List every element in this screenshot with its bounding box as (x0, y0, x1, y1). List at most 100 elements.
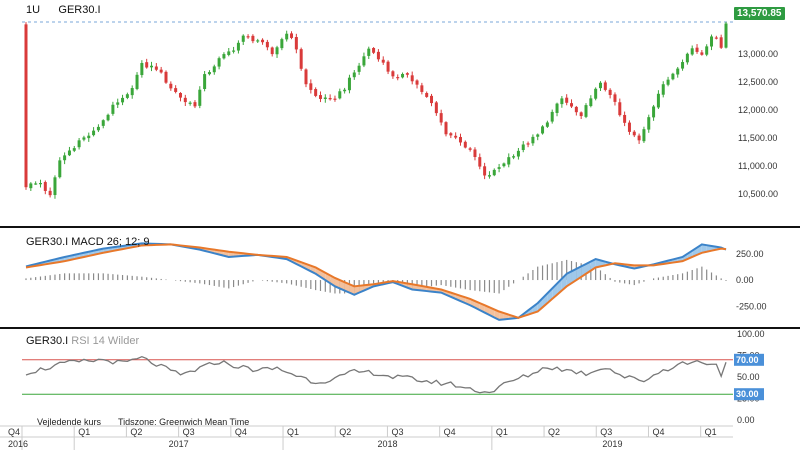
price-tick-label: 12,000.00 (738, 105, 778, 115)
candle-body (48, 190, 52, 196)
candle-body (618, 102, 622, 116)
rsi-params-label[interactable]: RSI 14 Wilder (71, 335, 139, 347)
candle-body (507, 157, 511, 165)
candle-body (236, 42, 240, 51)
price-panel-header: 1U GER30.I (26, 4, 101, 16)
indicative-price-note: Vejledende kurs (37, 417, 102, 427)
candle-body (43, 182, 47, 191)
candle-body (299, 49, 303, 69)
candle-body (251, 35, 255, 42)
symbol-label[interactable]: GER30.I (58, 4, 100, 16)
candle-body (401, 73, 405, 78)
candle-body (420, 85, 424, 92)
candle-body (372, 48, 376, 53)
candle-body (154, 66, 158, 70)
candle-body (473, 149, 477, 158)
candle-body (405, 73, 409, 75)
candle-body (125, 94, 129, 98)
candle-body (512, 156, 516, 158)
candle-body (623, 114, 627, 123)
interval-label[interactable]: 1U (26, 4, 40, 16)
candle-body (381, 59, 385, 63)
candle-body (159, 69, 163, 73)
candle-body (222, 54, 226, 59)
candle-body (270, 47, 274, 55)
candle-body (570, 103, 574, 107)
price-tick-label: 11,000.00 (738, 161, 777, 171)
candle-body (454, 135, 458, 138)
candle-body (386, 61, 390, 72)
quarter-label: Q2 (548, 427, 560, 437)
macd-tick-label: 0.00 (736, 275, 754, 285)
candle-body (555, 103, 559, 113)
signal-line (25, 243, 727, 319)
candle-body (290, 33, 294, 38)
quarter-label: Q3 (183, 427, 195, 437)
candle-body (579, 112, 583, 117)
candle-body (265, 41, 269, 48)
candle-body (362, 56, 366, 66)
macd-tick-label: -250.00 (736, 301, 767, 311)
candle-body (150, 65, 154, 68)
quarter-label: Q2 (130, 427, 142, 437)
candle-body (63, 155, 67, 161)
year-label: 2017 (169, 439, 189, 449)
candle-body (178, 92, 182, 98)
candle-body (323, 97, 327, 99)
candle-body (516, 150, 520, 157)
candle-body (661, 84, 665, 95)
candle-body (280, 39, 284, 49)
candle-body (169, 83, 173, 89)
candle-body (106, 114, 110, 121)
candle-body (560, 98, 564, 105)
rsi-panel-header: GER30.I RSI 14 Wilder (26, 335, 139, 347)
candle-body (130, 88, 134, 96)
candle-body (145, 62, 149, 68)
candle-body (183, 97, 187, 103)
year-label: 2019 (602, 439, 622, 449)
candle-body (111, 104, 115, 114)
candle-body (492, 169, 496, 176)
macd-line (25, 242, 727, 321)
candle-body (690, 48, 694, 55)
candle-body (207, 72, 211, 75)
candle-body (338, 91, 342, 99)
candle-body (217, 58, 221, 67)
quarter-label: Q1 (496, 427, 508, 437)
candle-body (275, 47, 279, 55)
candle-body (193, 102, 197, 107)
candle-body (347, 77, 351, 91)
candle-body (198, 89, 202, 106)
candle-body (666, 79, 670, 85)
last-price-value: 13,570.85 (737, 8, 782, 19)
candle-body (352, 72, 356, 78)
rsi-tick-label: 50.00 (737, 372, 760, 382)
macd-params-label[interactable]: MACD 26; 12; 9 (71, 236, 149, 248)
candle-body (642, 129, 646, 142)
candle-body (67, 150, 71, 156)
candle-body (656, 93, 660, 108)
candle-body (531, 136, 535, 144)
candle-body (203, 74, 207, 89)
candle-body (434, 102, 438, 114)
quarter-label: Q4 (652, 427, 664, 437)
candle-body (135, 74, 139, 89)
candle-body (212, 66, 216, 73)
macd-fill (26, 243, 726, 320)
candle-body (565, 97, 569, 103)
candle-body (256, 40, 260, 42)
rsi-symbol-label: GER30.I (26, 335, 69, 347)
candle-body (227, 51, 231, 55)
rsi-level-tag-text: 30.00 (736, 389, 759, 399)
chart-svg[interactable]: 10,500.00 11,000.00 11,500.00 12,000.00 12,5… (0, 0, 800, 450)
year-label: 2018 (377, 439, 397, 449)
candle-body (714, 37, 718, 39)
quarter-label: Q4 (235, 427, 247, 437)
candle-body (594, 88, 598, 99)
candle-body (526, 143, 530, 145)
candle-body (174, 88, 178, 92)
candle-body (309, 83, 313, 90)
candle-body (430, 95, 434, 104)
macd-panel-header: GER30.I MACD 26; 12; 9 (26, 236, 150, 248)
candle-body (140, 63, 144, 76)
